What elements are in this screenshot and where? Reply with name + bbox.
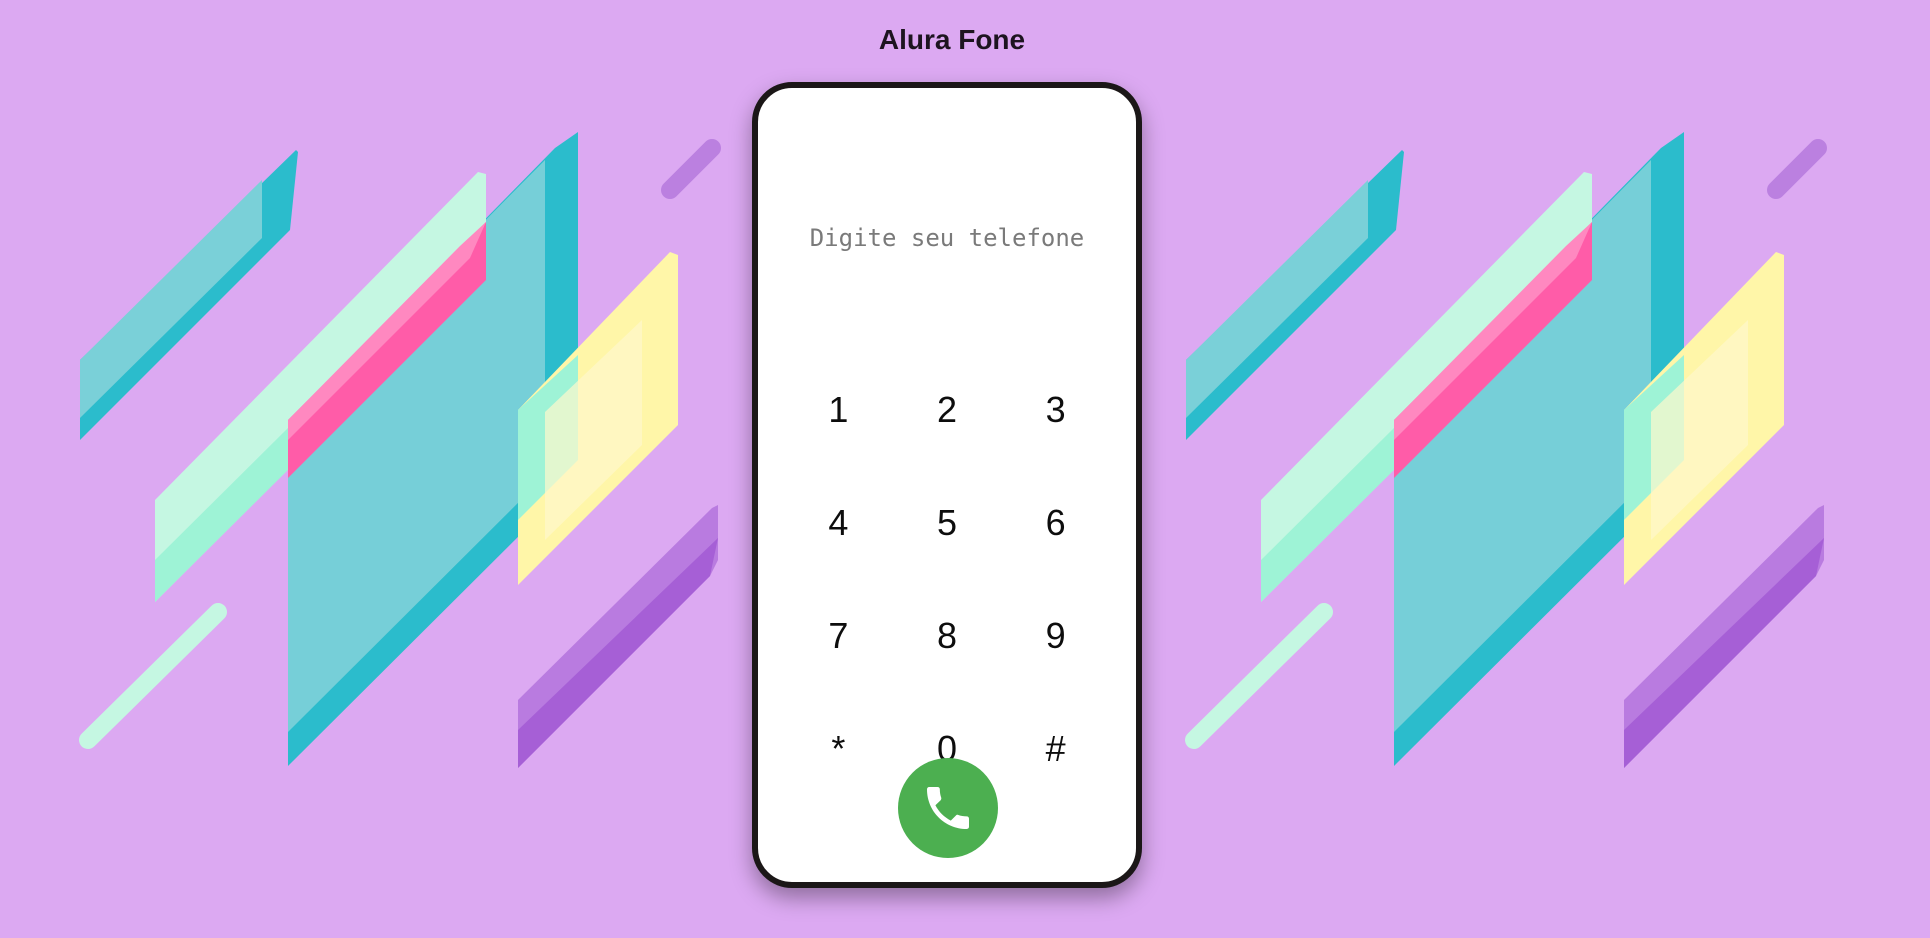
phone-handset-icon: [927, 787, 969, 829]
key-4[interactable]: 4: [784, 466, 893, 579]
call-button[interactable]: [898, 758, 998, 858]
key-7[interactable]: 7: [784, 579, 893, 692]
key-asterisk[interactable]: *: [784, 692, 893, 805]
key-9[interactable]: 9: [1001, 579, 1110, 692]
keypad: 1 2 3 4 5 6 7 8 9 * 0 #: [784, 353, 1110, 805]
key-8[interactable]: 8: [893, 579, 1002, 692]
background-illustration-right: [1185, 132, 1827, 768]
key-hash[interactable]: #: [1001, 692, 1110, 805]
key-6[interactable]: 6: [1001, 466, 1110, 579]
background-illustration-left: [79, 132, 721, 768]
decorative-shapes: [79, 132, 721, 768]
key-5[interactable]: 5: [893, 466, 1002, 579]
phone-number-input[interactable]: [784, 218, 1110, 258]
decorative-shapes: [1185, 132, 1827, 768]
key-3[interactable]: 3: [1001, 353, 1110, 466]
key-2[interactable]: 2: [893, 353, 1002, 466]
key-1[interactable]: 1: [784, 353, 893, 466]
phone-frame: 1 2 3 4 5 6 7 8 9 * 0 #: [752, 82, 1142, 888]
